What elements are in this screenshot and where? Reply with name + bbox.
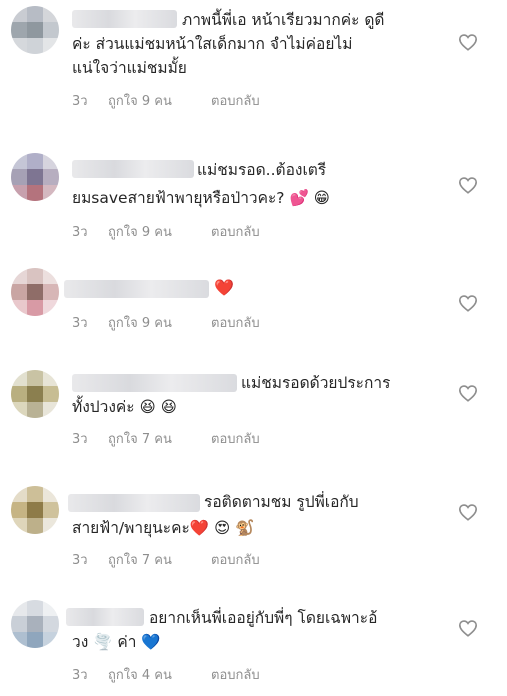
comment-text-line: ภาพนี้พี่เอ หน้าเรียวมากค่ะ ดูดี [182,11,385,29]
comment-meta: 3ว ถูกใจ 9 คน ตอบกลับ [72,312,260,333]
comment-text-line: แม่ชมรอด..ต้องเตรี [197,161,327,179]
reply-button[interactable]: ตอบกลับ [211,90,260,111]
comment-item: ภาพนี้พี่เอ หน้าเรียวมากค่ะ ดูดี ค่ะ ส่ว… [0,0,507,130]
comment-text-line: สายฟ้า/พายุนะคะ❤️ 😍 🐒 [72,519,255,537]
reply-button[interactable]: ตอบกลับ [211,549,260,570]
heart-outline-icon[interactable] [458,384,478,402]
likes-count-link[interactable]: ถูกใจ 9 คน [108,90,211,111]
comment-time: 3ว [72,225,88,240]
likes-count-link[interactable]: ถูกใจ 7 คน [108,428,211,449]
username-redacted[interactable] [72,10,177,28]
avatar[interactable] [11,370,59,418]
reply-button[interactable]: ตอบกลับ [211,221,260,242]
avatar[interactable] [11,153,59,201]
comment-text-line: รอติดตามชม รูปพี่เอกับ [204,493,359,511]
likes-count-link[interactable]: ถูกใจ 4 คน [108,664,211,685]
comment-meta: 3ว ถูกใจ 9 คน ตอบกลับ [72,90,260,111]
reply-button[interactable]: ตอบกลับ [211,428,260,449]
likes-count-link[interactable]: ถูกใจ 9 คน [108,221,211,242]
avatar[interactable] [11,486,59,534]
username-redacted[interactable] [68,494,200,512]
comment-meta: 3ว ถูกใจ 7 คน ตอบกลับ [72,549,260,570]
comment-meta: 3ว ถูกใจ 9 คน ตอบกลับ [72,221,260,242]
comment-time: 3ว [72,94,88,109]
likes-count-link[interactable]: ถูกใจ 9 คน [108,312,211,333]
heart-outline-icon[interactable] [458,619,478,637]
comment-time: 3ว [72,432,88,447]
comment-item: แม่ชมรอด..ต้องเตรี ยมsaveสายฟ้าพายุหรือป… [0,148,507,258]
comment-text-line: ทั้งปวงค่ะ 😆 😆 [72,398,177,416]
reply-button[interactable]: ตอบกลับ [211,664,260,685]
comment-text-line: ❤️ [214,278,234,297]
comment-text-line: แม่ชมรอดด้วยประการ [241,374,391,392]
avatar[interactable] [11,268,59,316]
comment-text-line: วง 🌪️ ค่า 💙 [72,633,161,651]
comment-meta: 3ว ถูกใจ 4 คน ตอบกลับ [72,664,260,685]
avatar[interactable] [11,6,59,54]
comment-meta: 3ว ถูกใจ 7 คน ตอบกลับ [72,428,260,449]
comment-text-line: แน่ใจว่าแม่ชมมั้ย [72,59,187,77]
comment-time: 3ว [72,553,88,568]
heart-outline-icon[interactable] [458,503,478,521]
username-redacted[interactable] [66,608,144,626]
comment-item: แม่ชมรอดด้วยประการ ทั้งปวงค่ะ 😆 😆 3ว ถูก… [0,362,507,462]
likes-count-link[interactable]: ถูกใจ 7 คน [108,549,211,570]
username-redacted[interactable] [64,280,209,298]
heart-outline-icon[interactable] [458,294,478,312]
comment-item: ❤️ 3ว ถูกใจ 9 คน ตอบกลับ [0,266,507,346]
reply-button[interactable]: ตอบกลับ [211,312,260,333]
username-redacted[interactable] [72,160,194,178]
heart-outline-icon[interactable] [458,33,478,51]
avatar[interactable] [11,600,59,648]
heart-outline-icon[interactable] [458,176,478,194]
comment-time: 3ว [72,316,88,331]
comment-text-line: ค่ะ ส่วนแม่ชมหน้าใสเด็กมาก จำไม่ค่อยไม่ [72,35,353,53]
comment-time: 3ว [72,668,88,683]
comment-item: อยากเห็นพี่เออยู่กับพี่ๆ โดยเฉพาะอ้ วง 🌪… [0,592,507,696]
comment-item: รอติดตามชม รูปพี่เอกับ สายฟ้า/พายุนะคะ❤️… [0,476,507,582]
comment-text-line: ยมsaveสายฟ้าพายุหรือป่าวคะ? 💕 😁 [72,189,330,207]
comment-text-line: อยากเห็นพี่เออยู่กับพี่ๆ โดยเฉพาะอ้ [149,609,378,627]
username-redacted[interactable] [72,374,237,392]
